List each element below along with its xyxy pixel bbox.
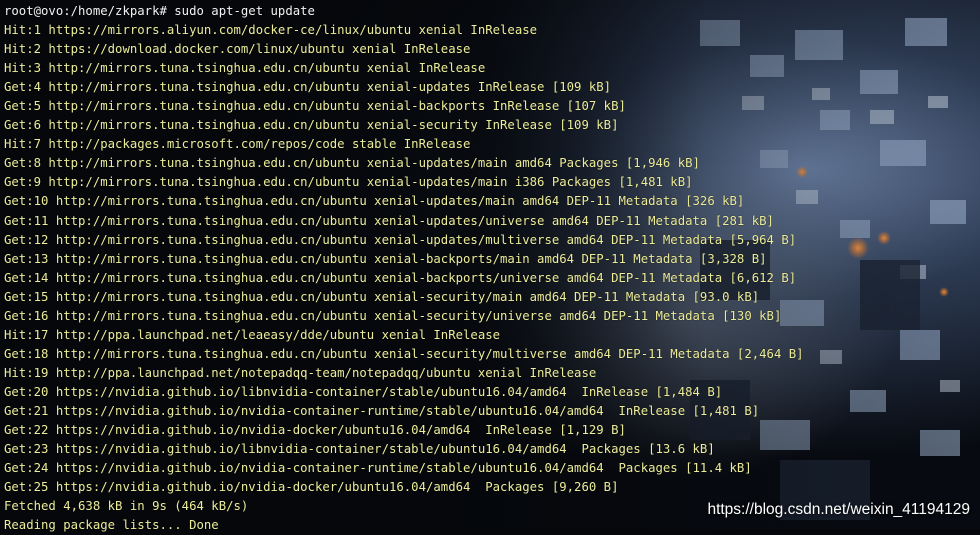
watermark: https://blog.csdn.net/weixin_41194129: [707, 501, 970, 518]
terminal-output-line: Get:14 http://mirrors.tuna.tsinghua.edu.…: [4, 270, 797, 285]
terminal-output-line: Hit:7 http://packages.microsoft.com/repo…: [4, 137, 471, 152]
terminal-output-line: Get:23 https://nvidia.github.io/libnvidi…: [4, 442, 715, 457]
terminal-output-line: Get:13 http://mirrors.tuna.tsinghua.edu.…: [4, 251, 767, 266]
terminal-output-line: Get:22 https://nvidia.github.io/nvidia-d…: [4, 423, 626, 438]
terminal-output-line: Hit:19 http://ppa.launchpad.net/notepadq…: [4, 365, 597, 380]
terminal-prompt-line: root@ovo:/home/zkpark# sudo apt-get upda…: [4, 4, 315, 18]
terminal-output-line: Get:12 http://mirrors.tuna.tsinghua.edu.…: [4, 232, 797, 247]
terminal-output[interactable]: root@ovo:/home/zkpark# sudo apt-get upda…: [0, 0, 980, 532]
terminal-output-line: Hit:1 https://mirrors.aliyun.com/docker-…: [4, 23, 538, 38]
terminal-output-line: Reading package lists... Done: [4, 518, 219, 533]
terminal-output-line: Get:15 http://mirrors.tuna.tsinghua.edu.…: [4, 289, 760, 304]
terminal-output-line: Get:5 http://mirrors.tuna.tsinghua.edu.c…: [4, 99, 626, 114]
terminal-output-line: Get:10 http://mirrors.tuna.tsinghua.edu.…: [4, 194, 745, 209]
terminal-output-line: Hit:2 https://download.docker.com/linux/…: [4, 42, 471, 57]
terminal-output-line: Get:25 https://nvidia.github.io/nvidia-d…: [4, 480, 619, 495]
terminal-output-line: Get:8 http://mirrors.tuna.tsinghua.edu.c…: [4, 156, 700, 171]
terminal-output-line: Get:4 http://mirrors.tuna.tsinghua.edu.c…: [4, 80, 612, 95]
terminal-output-line: Get:24 https://nvidia.github.io/nvidia-c…: [4, 461, 752, 476]
terminal-output-line: Get:20 https://nvidia.github.io/libnvidi…: [4, 384, 723, 399]
terminal-output-line: Get:18 http://mirrors.tuna.tsinghua.edu.…: [4, 346, 804, 361]
terminal-output-line: Get:11 http://mirrors.tuna.tsinghua.edu.…: [4, 213, 774, 228]
terminal-output-line: Get:9 http://mirrors.tuna.tsinghua.edu.c…: [4, 175, 693, 190]
terminal-output-line: Get:16 http://mirrors.tuna.tsinghua.edu.…: [4, 308, 782, 323]
terminal-output-line: Get:21 https://nvidia.github.io/nvidia-c…: [4, 403, 760, 418]
terminal-output-line: Hit:3 http://mirrors.tuna.tsinghua.edu.c…: [4, 61, 486, 76]
terminal-output-line: Get:6 http://mirrors.tuna.tsinghua.edu.c…: [4, 118, 619, 133]
terminal-output-line: Hit:17 http://ppa.launchpad.net/leaeasy/…: [4, 327, 501, 342]
